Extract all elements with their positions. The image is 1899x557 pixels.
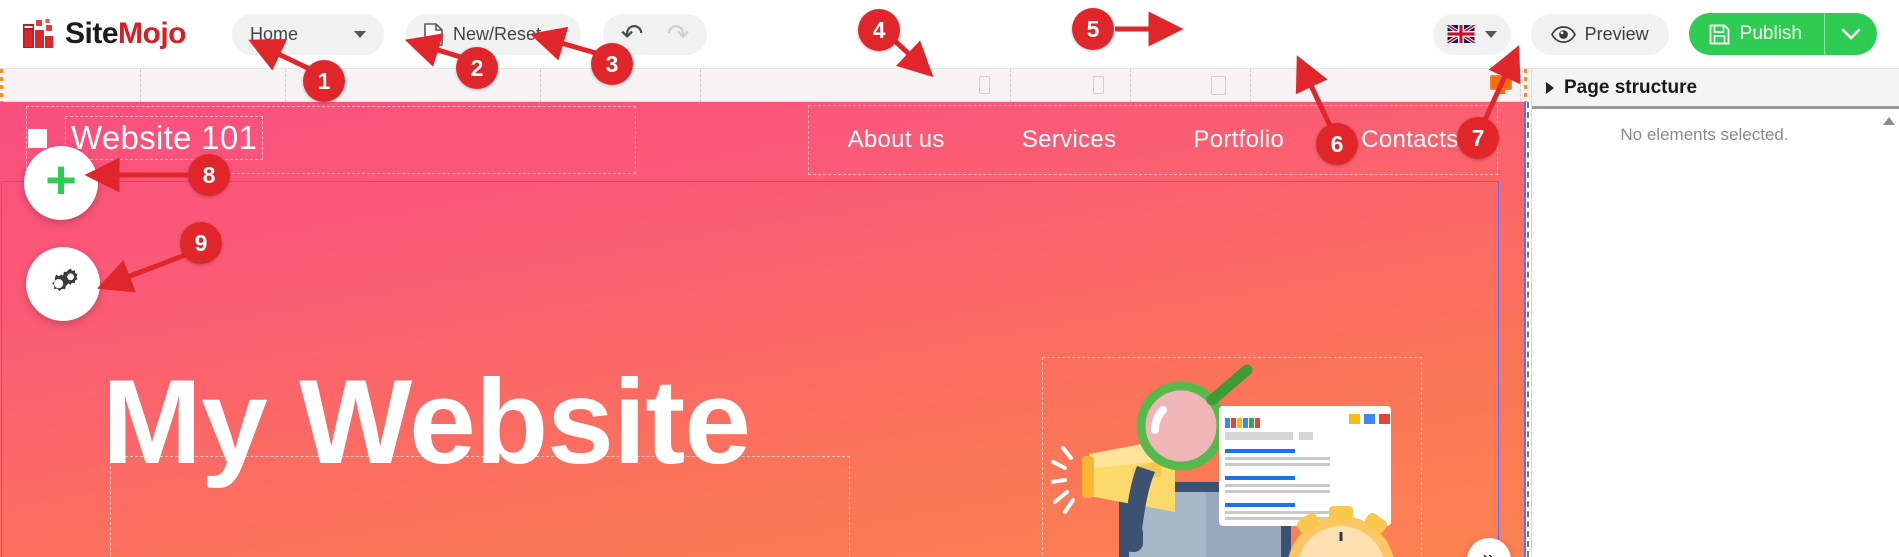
annotation-marker-5: 5 [1072,8,1114,50]
site-brand-name[interactable]: Website 101 [65,116,264,160]
page-selector-dropdown[interactable]: Home [232,13,385,55]
phone-icon [979,76,990,94]
floppy-save-icon [1709,24,1730,45]
ruler-tick [700,69,701,102]
new-reset-label: New/Reset [453,23,542,44]
chevron-down-icon [1841,28,1861,41]
annotation-marker-7: 7 [1457,117,1499,159]
canvas-selection-edge [1524,102,1526,557]
publish-button[interactable]: Publish [1689,13,1824,55]
preview-label: Preview [1584,23,1649,44]
annotation-marker-3: 3 [591,43,633,85]
publish-button-group: Publish [1688,13,1877,55]
annotation-marker-8: 8 [188,154,230,196]
hero-illustration-outline [1042,357,1422,557]
redo-button[interactable]: ↷ [655,14,701,55]
undo-arrow-icon: ↶ [620,18,644,49]
logo-text-mojo: Mojo [118,17,187,50]
logo-text-site: Site [65,17,119,50]
annotation-marker-6: 6 [1316,123,1358,165]
page-structure-empty-message: No elements selected. [1620,125,1789,144]
ruler-tick [1520,69,1521,102]
hero-section[interactable]: My Website About us [1,181,1499,557]
breakpoint-mobile-small[interactable] [979,76,990,94]
screenshot-root: SiteMojo Home New/Reset ↶ ↷ Preview Publ… [0,0,1899,557]
seo-analytics-illustration [1049,364,1415,557]
logo-placeholder-square[interactable] [28,128,47,148]
triangle-right-icon [1546,81,1554,94]
annotation-marker-9: 9 [180,222,222,264]
top-toolbar: SiteMojo Home New/Reset ↶ ↷ Preview Publ… [0,0,1899,69]
annotation-marker-4: 4 [858,9,900,51]
page-structure-body: No elements selected. [1532,109,1899,554]
scroll-up-arrow-icon[interactable] [1882,117,1895,125]
page-structure-panel: Page structure No elements selected. [1531,69,1899,557]
desktop-icon [1490,75,1512,94]
tablet-icon [1211,76,1226,95]
ruler-active-edge [1524,69,1527,102]
plus-icon: + [45,150,77,210]
page-selector-label: Home [250,23,299,44]
app-logo[interactable]: SiteMojo [22,17,187,51]
breakpoint-ruler[interactable] [0,69,1530,102]
sitemojo-blocks-icon [22,18,58,50]
chevron-down-icon [551,30,564,38]
nav-item-portfolio[interactable]: Portfolio [1193,126,1284,154]
chevron-down-icon [1484,30,1497,38]
redo-arrow-icon: ↷ [666,18,690,49]
nav-item-about-us[interactable]: About us [848,126,945,154]
double-chevron-right-icon: » [1482,547,1495,557]
ruler-tick [540,69,541,102]
canvas-resize-handle[interactable] [1527,102,1529,557]
page-file-icon [424,22,443,46]
hero-title[interactable]: My Website [102,362,751,482]
ruler-tick [1250,69,1251,102]
page-structure-title: Page structure [1564,76,1698,98]
publish-options-button[interactable] [1825,13,1877,55]
add-block-button[interactable]: + [24,146,98,220]
annotation-marker-1: 1 [303,60,345,102]
phone-icon [1093,76,1104,94]
annotation-marker-2: 2 [456,47,498,89]
page-structure-header[interactable]: Page structure [1532,69,1899,109]
ruler-active-edge-left [0,69,3,102]
publish-label: Publish [1739,23,1802,44]
app-logo-text: SiteMojo [65,17,187,51]
preview-button[interactable]: Preview [1530,13,1669,55]
nav-item-contacts[interactable]: Contacts [1361,126,1458,154]
uk-flag-icon [1446,25,1475,43]
page-structure-scrollbar[interactable] [1880,113,1897,554]
ruler-tick [1130,69,1131,102]
gears-icon [41,267,85,301]
nav-item-services[interactable]: Services [1022,126,1116,154]
ruler-tick [140,69,141,102]
breakpoint-mobile[interactable] [1093,76,1104,94]
breakpoint-tablet[interactable] [1211,76,1226,95]
language-selector[interactable] [1432,13,1511,55]
site-nav[interactable]: About us Services Portfolio Contacts [808,105,1498,175]
chevron-down-icon [354,30,367,38]
eye-icon [1550,25,1576,43]
site-header[interactable]: Website 101 About us Services Portfolio … [0,102,1525,177]
ruler-tick [1010,69,1011,102]
ruler-tick [285,69,286,102]
new-reset-dropdown[interactable]: New/Reset [406,13,582,55]
block-settings-button[interactable] [26,247,100,321]
breakpoint-desktop[interactable] [1490,75,1512,94]
